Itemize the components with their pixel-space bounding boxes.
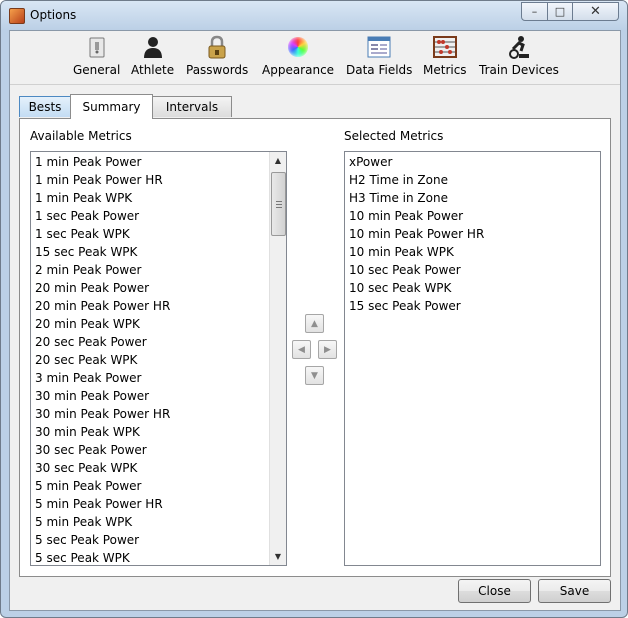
tab-label: Bests — [28, 100, 62, 114]
data-fields-icon — [367, 35, 391, 59]
tab-label: Summary — [82, 100, 141, 114]
list-item[interactable]: 30 min Peak WPK — [31, 423, 269, 441]
window-title: Options — [30, 8, 77, 22]
caret-up-icon: ▲ — [274, 156, 282, 165]
list-item[interactable]: 30 min Peak Power HR — [31, 405, 269, 423]
list-item[interactable]: 30 min Peak Power — [31, 387, 269, 405]
minimize-button[interactable]: – — [521, 2, 548, 21]
title-bar[interactable]: Options – □ ✕ — [1, 1, 627, 30]
grip-icon — [275, 200, 282, 208]
arrow-up-icon: ▲ — [311, 318, 318, 329]
list-item[interactable]: 30 sec Peak Power — [31, 441, 269, 459]
list-item[interactable]: H3 Time in Zone — [345, 189, 600, 207]
list-item[interactable]: 30 sec Peak WPK — [31, 459, 269, 477]
app-icon — [9, 8, 25, 24]
scroll-down-arrow[interactable]: ▼ — [270, 548, 286, 565]
dialog-body: General Athlete Passwords Appearance Dat… — [9, 30, 621, 611]
list-item[interactable]: 1 min Peak Power — [31, 153, 269, 171]
toolbar-train-devices[interactable]: Train Devices — [479, 35, 559, 83]
options-toolbar: General Athlete Passwords Appearance Dat… — [10, 31, 620, 85]
scroll-up-arrow[interactable]: ▲ — [270, 152, 286, 169]
toolbar-label: Passwords — [186, 63, 249, 77]
toolbar-label: Train Devices — [479, 63, 559, 77]
tab-label: Intervals — [165, 100, 219, 114]
list-item[interactable]: 5 sec Peak Power — [31, 531, 269, 549]
close-window-button[interactable]: ✕ — [573, 2, 619, 21]
selected-metrics-label: Selected Metrics — [344, 129, 444, 143]
arrow-down-icon: ▼ — [311, 370, 318, 381]
list-item[interactable]: 2 min Peak Power — [31, 261, 269, 279]
tab-bests[interactable]: Bests — [19, 96, 71, 117]
list-item[interactable]: 1 sec Peak Power — [31, 207, 269, 225]
list-item[interactable]: 10 min Peak Power — [345, 207, 600, 225]
maximize-button[interactable]: □ — [548, 2, 573, 21]
tab-summary[interactable]: Summary — [70, 94, 153, 119]
list-item[interactable]: H2 Time in Zone — [345, 171, 600, 189]
tab-intervals[interactable]: Intervals — [152, 96, 232, 117]
available-scrollbar[interactable]: ▲ ▼ — [269, 152, 286, 565]
general-icon — [85, 35, 109, 59]
add-metric-button[interactable]: ▶ — [318, 340, 337, 359]
list-item[interactable]: 5 min Peak Power HR — [31, 495, 269, 513]
cyclist-trainer-icon — [507, 35, 531, 59]
list-item[interactable]: 20 min Peak WPK — [31, 315, 269, 333]
toolbar-label: Metrics — [423, 63, 467, 77]
available-metrics-label: Available Metrics — [30, 129, 132, 143]
toolbar-appearance[interactable]: Appearance — [262, 35, 334, 83]
list-item[interactable]: 5 min Peak Power — [31, 477, 269, 495]
list-item[interactable]: 20 min Peak Power — [31, 279, 269, 297]
list-item[interactable]: xPower — [345, 153, 600, 171]
list-item[interactable]: 1 sec Peak WPK — [31, 225, 269, 243]
list-item[interactable]: 15 sec Peak Power — [345, 297, 600, 315]
minimize-icon: – — [531, 5, 538, 18]
available-items: 1 min Peak Power 1 min Peak Power HR 1 min… — [31, 153, 269, 565]
list-item[interactable]: 1 min Peak WPK — [31, 189, 269, 207]
abacus-icon — [432, 35, 457, 59]
arrow-left-icon: ◀ — [298, 344, 305, 355]
selected-metrics-list[interactable]: xPower H2 Time in Zone H3 Time in Zone 10 m… — [344, 151, 601, 566]
scroll-thumb[interactable] — [271, 172, 286, 236]
close-icon: ✕ — [590, 4, 601, 19]
toolbar-general[interactable]: General — [73, 35, 120, 83]
close-button[interactable]: Close — [458, 579, 531, 603]
list-item[interactable]: 20 min Peak Power HR — [31, 297, 269, 315]
toolbar-label: General — [73, 63, 121, 77]
remove-metric-button[interactable]: ◀ — [292, 340, 311, 359]
toolbar-metrics[interactable]: Metrics — [423, 35, 467, 83]
move-down-button[interactable]: ▼ — [305, 366, 324, 385]
list-item[interactable]: 10 sec Peak Power — [345, 261, 600, 279]
list-item[interactable]: 1 min Peak Power HR — [31, 171, 269, 189]
save-button[interactable]: Save — [538, 579, 611, 603]
window-controls: – □ ✕ — [521, 2, 619, 21]
toolbar-data-fields[interactable]: Data Fields — [346, 35, 412, 83]
list-item[interactable]: 20 sec Peak WPK — [31, 351, 269, 369]
toolbar-label: Appearance — [262, 63, 335, 77]
list-item[interactable]: 10 min Peak WPK — [345, 243, 600, 261]
options-window: Options – □ ✕ General Athlete Passwords … — [0, 0, 628, 618]
list-item[interactable]: 10 sec Peak WPK — [345, 279, 600, 297]
list-item[interactable]: 20 sec Peak Power — [31, 333, 269, 351]
list-item[interactable]: 15 sec Peak WPK — [31, 243, 269, 261]
toolbar-athlete[interactable]: Athlete — [131, 35, 174, 83]
arrow-right-icon: ▶ — [324, 344, 331, 355]
list-item[interactable]: 10 min Peak Power HR — [345, 225, 600, 243]
color-wheel-icon — [286, 35, 310, 59]
list-item[interactable]: 3 min Peak Power — [31, 369, 269, 387]
caret-down-icon: ▼ — [274, 552, 282, 561]
maximize-icon: □ — [554, 5, 566, 18]
selected-items: xPower H2 Time in Zone H3 Time in Zone 10 m… — [345, 153, 600, 315]
move-up-button[interactable]: ▲ — [305, 314, 324, 333]
available-metrics-list[interactable]: 1 min Peak Power 1 min Peak Power HR 1 min… — [30, 151, 287, 566]
summary-panel: Available Metrics Selected Metrics 1 min… — [19, 118, 611, 577]
athlete-icon — [141, 35, 165, 59]
list-item[interactable]: 5 min Peak WPK — [31, 513, 269, 531]
toolbar-passwords[interactable]: Passwords — [186, 35, 248, 83]
padlock-icon — [205, 35, 229, 59]
list-item[interactable]: 5 sec Peak WPK — [31, 549, 269, 565]
toolbar-label: Data Fields — [346, 63, 413, 77]
toolbar-label: Athlete — [131, 63, 175, 77]
